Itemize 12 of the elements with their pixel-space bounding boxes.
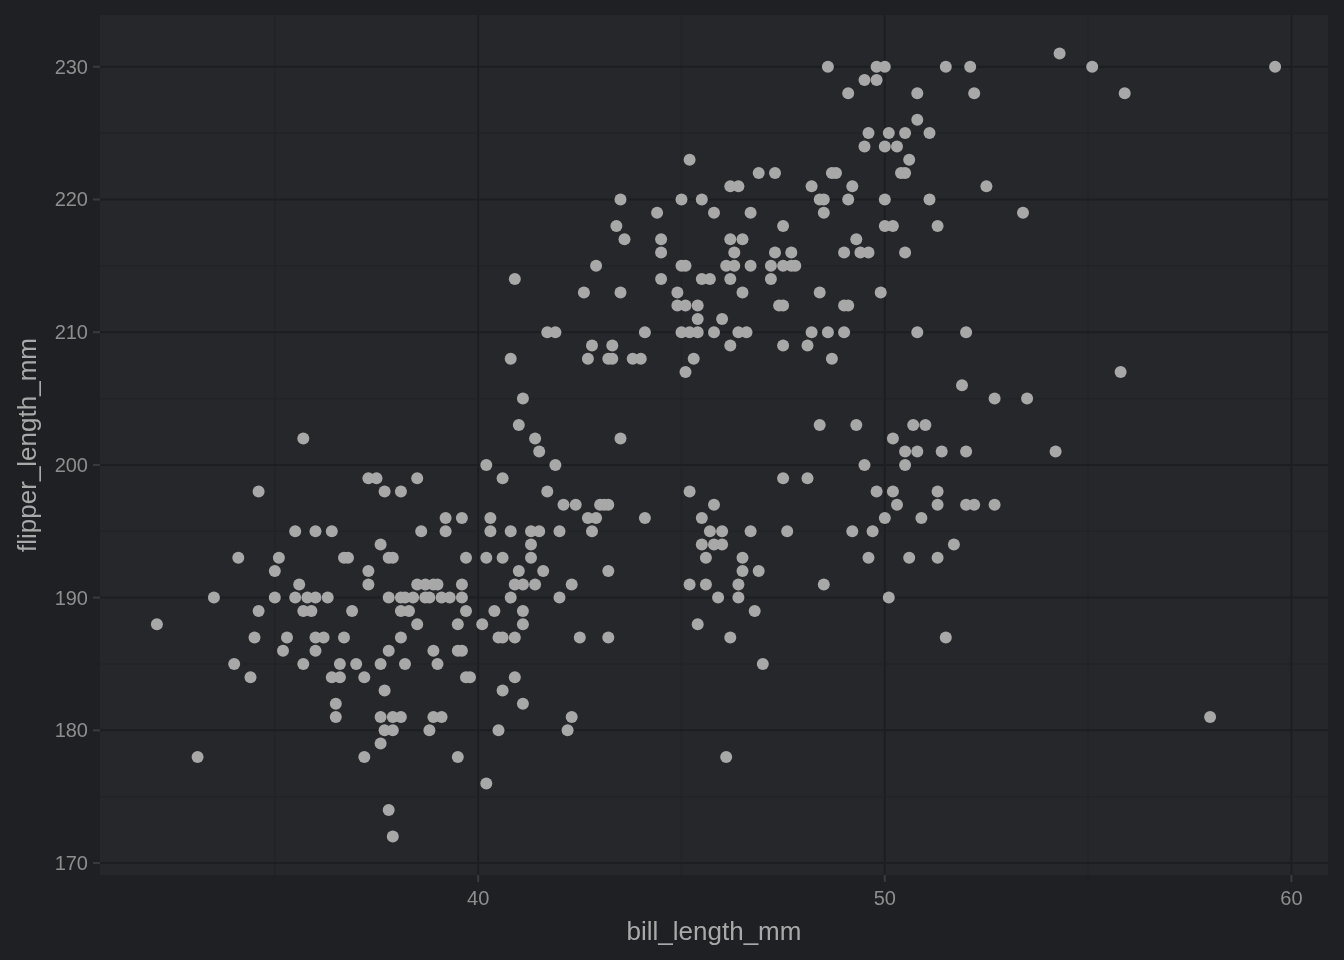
axis-tick-label: 60 [1280, 887, 1303, 909]
axis-tick-label: 180 [54, 719, 88, 742]
axis-tick-label: 210 [54, 321, 88, 344]
x-axis-title: bill_length_mm [626, 916, 802, 946]
axis-tick-label: 220 [54, 188, 88, 211]
axis-tick-label: 200 [54, 453, 88, 476]
y-axis-title: flipper_length_mm [12, 338, 42, 552]
axis-tick-label: 170 [54, 852, 88, 875]
axis-tick-label: 40 [467, 887, 490, 909]
axis-tick-label: 50 [873, 887, 896, 909]
axis-tick-label: 230 [54, 55, 88, 78]
axis-tick-label: 190 [54, 586, 88, 609]
